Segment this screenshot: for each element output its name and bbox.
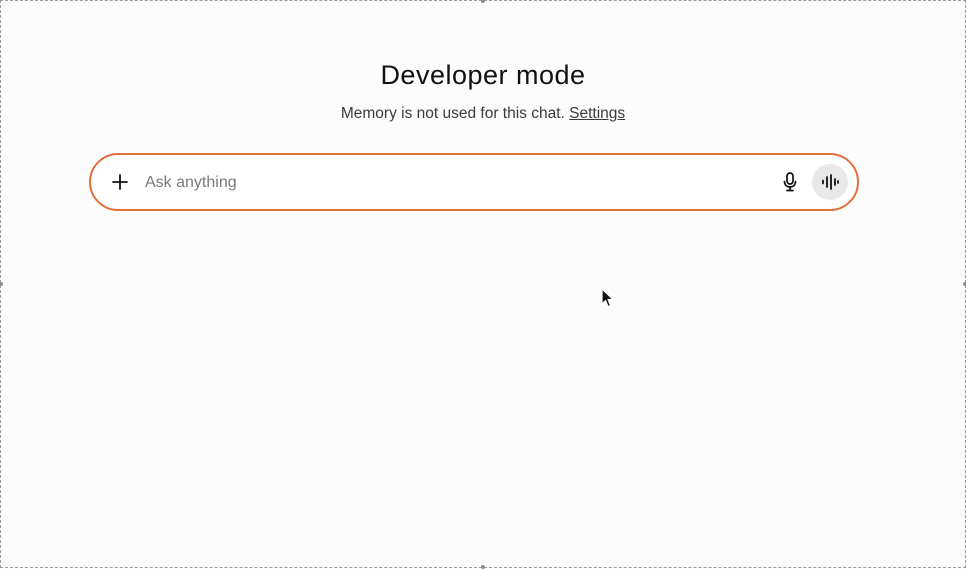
memory-notice-text: Memory is not used for this chat. [340,105,570,122]
page-title: Developer mode [380,60,586,90]
memory-notice: Memory is not used for this chat. Settin… [0,105,966,123]
add-attachment-button[interactable] [107,169,133,195]
microphone-icon [783,172,797,192]
voice-waveform-icon [822,174,839,190]
settings-link[interactable]: Settings [569,105,625,122]
voice-mode-button[interactable] [812,164,848,200]
dictate-button[interactable] [777,168,803,196]
prompt-composer [89,153,859,211]
plus-icon [112,174,128,190]
prompt-input[interactable] [143,169,747,197]
mouse-cursor-icon [601,288,614,313]
frame-handle-bottom [481,565,485,569]
